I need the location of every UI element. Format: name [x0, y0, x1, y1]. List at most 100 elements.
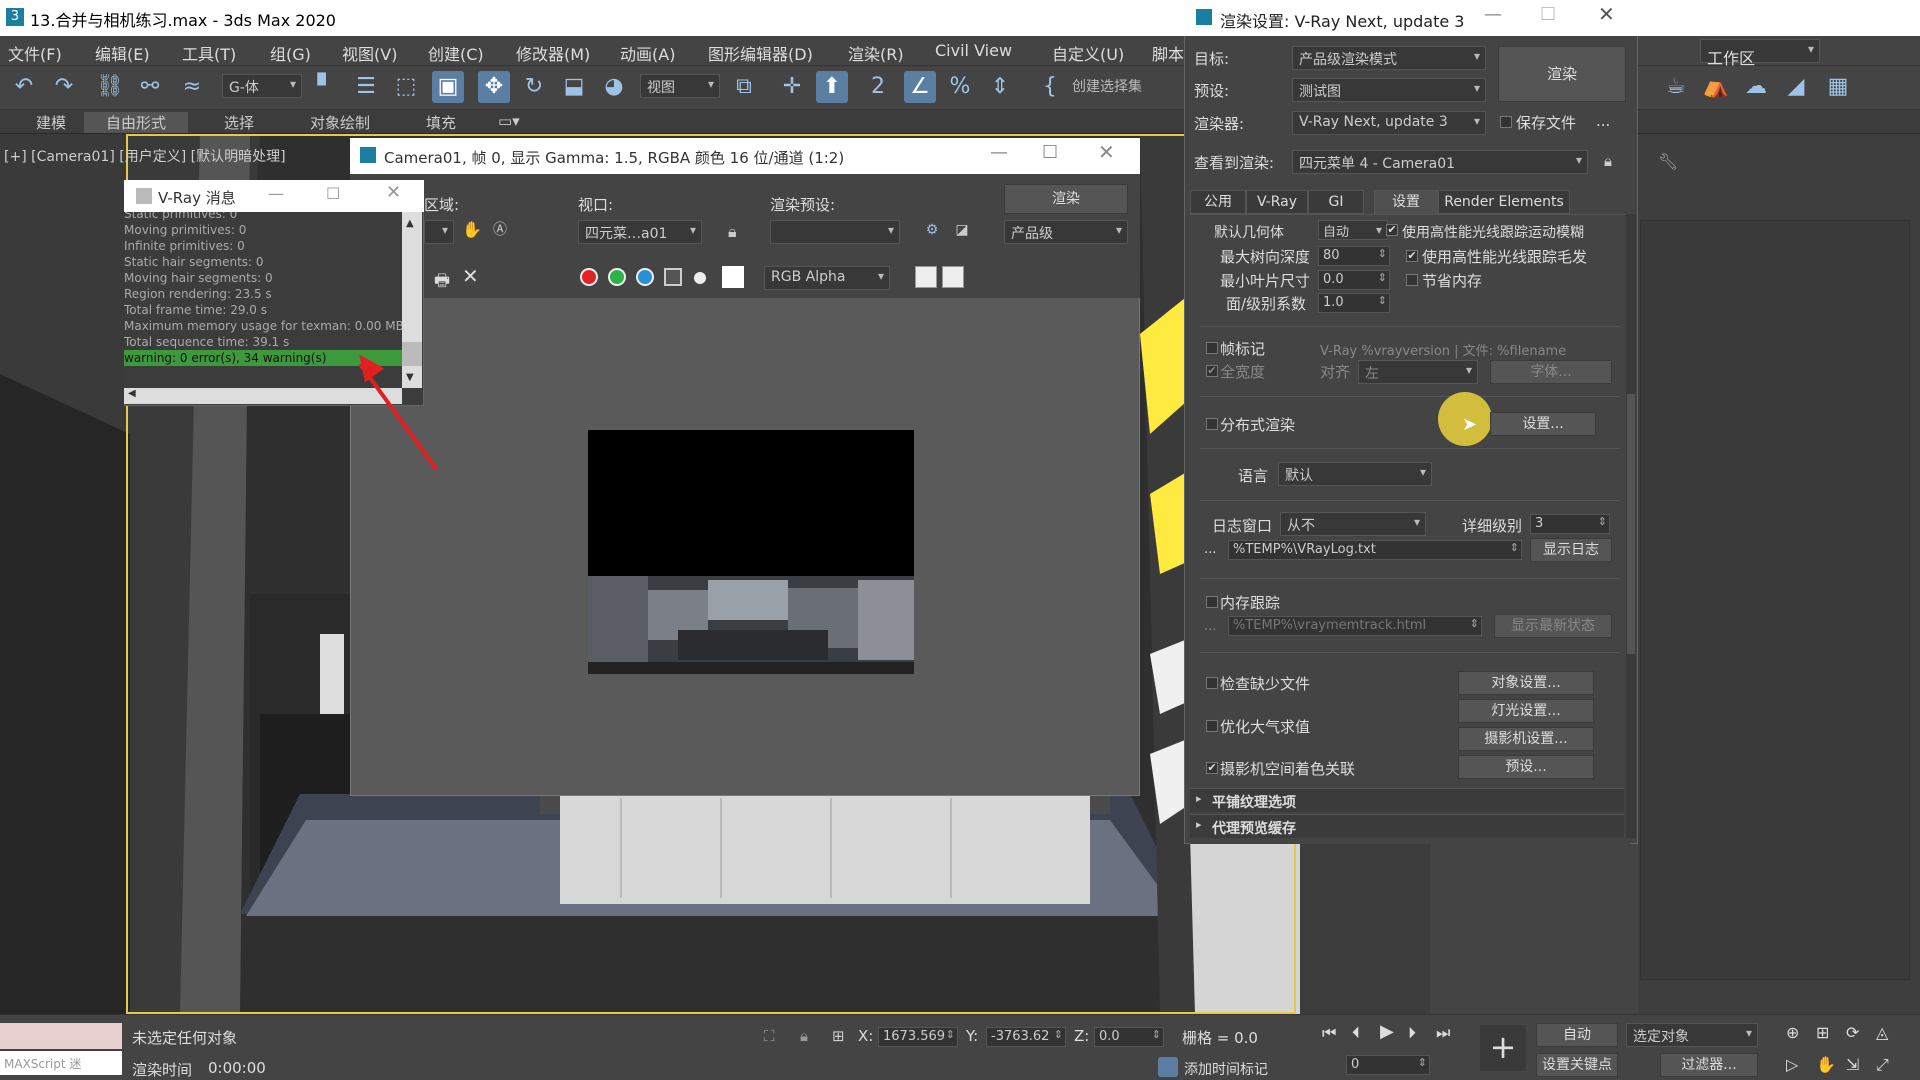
save-file-checkbox[interactable] — [1500, 116, 1512, 128]
time-tag-icon[interactable] — [1158, 1057, 1178, 1077]
auto-region-icon[interactable]: Ⓐ — [488, 218, 512, 242]
render-iterative-icon[interactable]: ◢ — [1780, 71, 1812, 103]
viewport-label[interactable]: [+] [Camera01] [用户定义] [默认明暗处理] — [4, 146, 286, 166]
max-tree-depth-spinner[interactable]: 80 — [1318, 246, 1390, 266]
target-dropdown[interactable]: 产品级渲染模式 — [1292, 46, 1486, 70]
percent-snap-icon[interactable]: % — [944, 71, 976, 103]
add-key-icon[interactable]: + — [1480, 1025, 1526, 1071]
mono-icon[interactable] — [694, 272, 706, 284]
place-icon[interactable]: ◕ — [598, 71, 630, 103]
camera-settings-button[interactable]: 摄影机设置... — [1458, 727, 1594, 751]
orbit-icon[interactable]: ⟳ — [1846, 1023, 1859, 1042]
preset-dropdown[interactable]: 测试图 — [1292, 78, 1486, 102]
object-settings-button[interactable]: 对象设置... — [1458, 671, 1594, 695]
show-log-button[interactable]: 显示日志 — [1530, 538, 1612, 562]
menu-scripting[interactable]: 脚本 — [1152, 41, 1184, 65]
snaps-toggle-icon[interactable]: 2 — [862, 71, 894, 103]
select-manipulate-icon[interactable]: ✛ — [776, 71, 808, 103]
field-of-view-icon[interactable]: ◬ — [1876, 1023, 1888, 1042]
face-level-spinner[interactable]: 1.0 — [1318, 293, 1390, 313]
render-setup-small-icon[interactable]: ⚙ — [920, 218, 944, 242]
green-channel-icon[interactable] — [608, 268, 626, 286]
y-coordinate-field[interactable]: -3763.62 — [986, 1027, 1066, 1047]
log-window-dropdown[interactable]: 从不 — [1280, 512, 1426, 536]
ribbon-tab-selection[interactable]: 选择 — [224, 112, 254, 133]
vfb-area-dropdown[interactable] — [424, 220, 454, 244]
distributed-checkbox[interactable] — [1206, 418, 1218, 430]
light-settings-button[interactable]: 灯光设置... — [1458, 699, 1594, 723]
workspace-dropdown[interactable]: 工作区 — [1700, 39, 1820, 68]
prev-frame-icon[interactable]: ⏴︎ — [1352, 1023, 1360, 1043]
add-time-tag[interactable]: 添加时间标记 — [1184, 1059, 1268, 1079]
cam-space-checkbox[interactable]: ✔ — [1206, 762, 1218, 774]
pan-camera-icon[interactable]: ✋ — [1816, 1055, 1836, 1074]
ribbon-tab-modeling[interactable]: 建模 — [36, 112, 66, 133]
menu-modifiers[interactable]: 修改器(M) — [516, 41, 590, 65]
goto-start-icon[interactable]: ⏮ — [1322, 1023, 1336, 1043]
pan-hand-icon[interactable]: ✋ — [460, 218, 484, 242]
render-production-icon[interactable]: ☁ — [1740, 71, 1772, 103]
minimize-icon[interactable]: — — [268, 184, 284, 203]
menu-animation[interactable]: 动画(A) — [620, 41, 675, 65]
min-leaf-spinner[interactable]: 0.0 — [1318, 270, 1390, 290]
angle-snap-icon[interactable]: ∠ — [904, 71, 936, 103]
bind-space-warp-icon[interactable]: ≈ — [176, 71, 208, 103]
vfb-viewport-dropdown[interactable]: 四元菜…a01 — [578, 220, 702, 244]
white-color-icon[interactable] — [722, 266, 744, 288]
maxscript-input[interactable]: MAXScript 迷 — [0, 1051, 122, 1075]
zoom-icon[interactable]: ⊕ — [1786, 1023, 1799, 1042]
select-object-icon[interactable]: ▘ — [310, 71, 342, 103]
ribbon-tab-object-paint[interactable]: 对象绘制 — [310, 112, 370, 133]
view-to-render-dropdown[interactable]: 四元菜单 4 - Camera01 — [1292, 150, 1588, 174]
window-crossing-icon[interactable]: ▣ — [432, 71, 464, 103]
channel-dropdown[interactable]: RGB Alpha — [764, 266, 890, 290]
isolate-icon[interactable]: ⛶ — [764, 1027, 775, 1045]
menu-rendering[interactable]: 渲染(R) — [848, 41, 904, 65]
close-icon[interactable]: ✕ — [1598, 2, 1615, 26]
pivot-icon[interactable]: ⧉ — [728, 71, 760, 103]
rect-selection-icon[interactable]: ⬚ — [390, 71, 422, 103]
memory-track-checkbox[interactable] — [1206, 596, 1218, 608]
selection-set-dropdown[interactable]: G-体 — [222, 74, 302, 98]
default-geometry-dropdown[interactable]: 自动 — [1318, 220, 1388, 240]
maxscript-listener[interactable] — [0, 1023, 122, 1049]
rotate-icon[interactable]: ↻ — [518, 71, 550, 103]
language-dropdown[interactable]: 默认 — [1278, 462, 1432, 486]
menu-file[interactable]: 文件(F) — [8, 41, 62, 65]
next-frame-icon[interactable]: ⏵︎ — [1408, 1023, 1416, 1043]
set-key-button[interactable]: 设置关键点 — [1536, 1053, 1618, 1077]
auto-key-button[interactable]: 自动 — [1536, 1023, 1618, 1047]
keyboard-shortcut-icon[interactable]: ⬆ — [816, 71, 848, 103]
x-coordinate-field[interactable]: 1673.569 — [878, 1027, 958, 1047]
lock-icon[interactable]: 🔒︎ — [1604, 152, 1612, 170]
minimize-icon[interactable]: — — [1484, 4, 1502, 25]
clear-icon[interactable]: ✕ — [462, 264, 479, 288]
maximize-icon[interactable]: ☐ — [1042, 142, 1058, 163]
tab-vray[interactable]: V-Ray — [1246, 190, 1308, 214]
minimize-icon[interactable]: — — [990, 142, 1008, 163]
scroll-down-icon[interactable]: ▼ — [406, 372, 414, 383]
menu-civil-view[interactable]: Civil View — [935, 41, 1012, 60]
wrench-icon[interactable]: 🔧︎ — [1658, 152, 1678, 171]
ribbon-tab-populate[interactable]: 填充 — [426, 112, 456, 133]
maximize-icon[interactable]: ☐ — [326, 184, 340, 203]
z-coordinate-field[interactable]: 0.0 — [1094, 1027, 1164, 1047]
proxy-preview-rollout[interactable]: ▸ 代理预览缓存 — [1190, 814, 1624, 838]
vfb-quality-dropdown[interactable]: 产品级 — [1004, 220, 1128, 244]
goto-end-icon[interactable]: ⏭ — [1436, 1023, 1450, 1043]
menu-edit[interactable]: 编辑(E) — [95, 41, 150, 65]
render-setup-icon[interactable]: ☕ — [1660, 71, 1692, 103]
environment-icon[interactable]: ◪ — [950, 218, 974, 242]
vfb-render-button[interactable]: 渲染 — [1004, 184, 1128, 214]
reference-coord-dropdown[interactable]: 视图 — [640, 74, 720, 98]
settings-scrollbar[interactable] — [1626, 214, 1636, 838]
menu-tools[interactable]: 工具(T) — [182, 41, 236, 65]
unlink-icon[interactable]: ⚯ — [134, 71, 166, 103]
save-image-icon[interactable] — [915, 266, 937, 288]
verbosity-spinner[interactable]: 3 — [1530, 514, 1610, 534]
blue-channel-icon[interactable] — [636, 268, 654, 286]
selection-lock-icon[interactable]: 🔒︎ — [800, 1027, 808, 1045]
menu-view[interactable]: 视图(V) — [342, 41, 397, 65]
edit-named-sel-icon[interactable]: { — [1034, 71, 1066, 103]
spinner-snap-icon[interactable]: ⇕ — [984, 71, 1016, 103]
